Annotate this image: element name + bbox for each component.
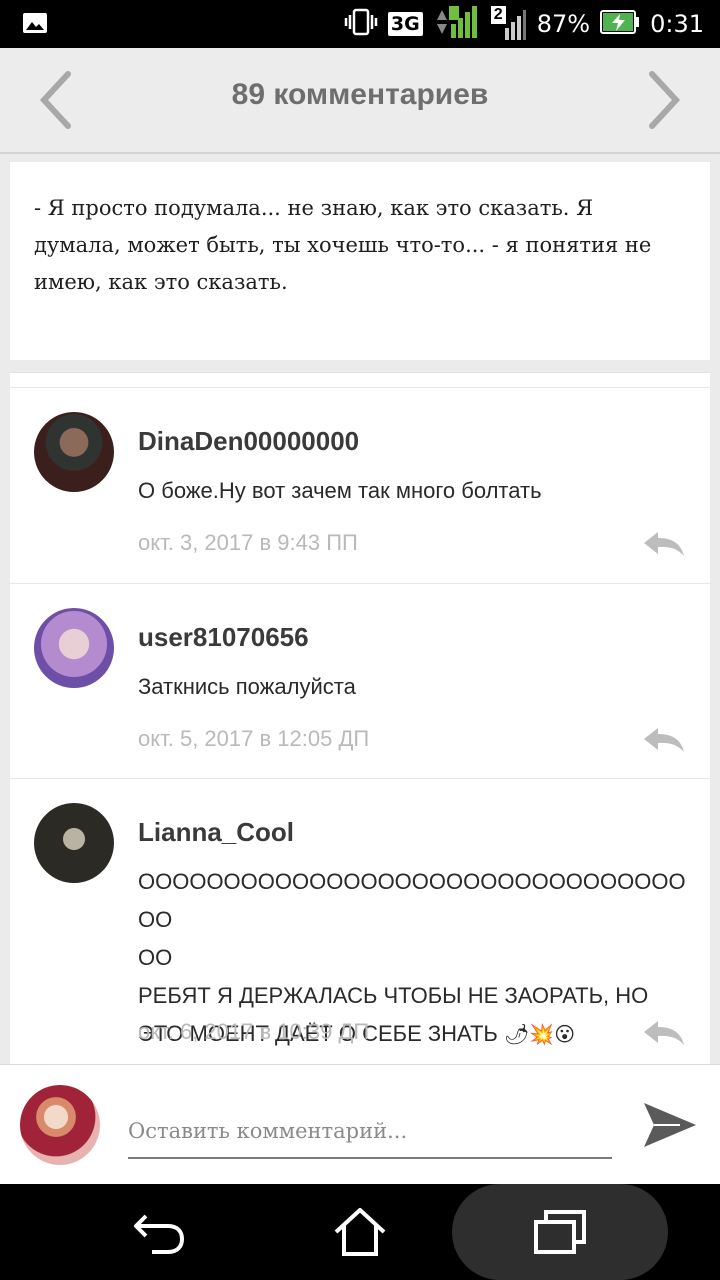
vibrate-icon	[344, 8, 378, 41]
home-button[interactable]	[300, 1184, 420, 1280]
sim2-signal-icon: 2	[490, 6, 527, 42]
current-user-avatar	[20, 1085, 100, 1165]
comment-text-line: РЕБЯТ Я ДЕРЖАЛАСЬ ЧТОБЫ НЕ ЗАОРАТЬ, НО	[138, 983, 649, 1008]
comment-text-line: ОООООООООООООООООООООООООООООООООО	[138, 869, 686, 932]
recent-apps-button[interactable]	[452, 1184, 668, 1280]
comment-composer	[0, 1064, 720, 1185]
comment-date: окт. 5, 2017 в 12:05 ДП	[138, 726, 370, 751]
system-nav-bar	[0, 1184, 720, 1280]
avatar[interactable]	[34, 412, 114, 492]
comment-text-line: Заткнись пожалуйста	[138, 674, 356, 699]
comment-item: user81070656 Заткнись пожалуйста окт. 5,…	[10, 583, 710, 779]
avatar[interactable]	[34, 803, 114, 883]
status-bar: 3G 2 87% 0:31	[0, 0, 720, 48]
reply-icon[interactable]	[642, 1019, 686, 1047]
comment-input[interactable]	[128, 1105, 612, 1159]
back-icon	[134, 1214, 185, 1254]
reply-icon[interactable]	[642, 726, 686, 754]
home-icon	[334, 1208, 386, 1256]
comment-text-line: О боже.Ну вот зачем так много болтать	[138, 478, 542, 503]
emoji-sequence: 🌶💥😮	[504, 1022, 576, 1046]
page-title: 89 комментариев	[231, 78, 489, 111]
comment-username[interactable]: Lianna_Cool	[138, 817, 294, 848]
gallery-notification-icon	[22, 12, 48, 39]
comment-text: О боже.Ну вот зачем так много болтать	[138, 472, 698, 510]
send-icon	[644, 1103, 696, 1147]
avatar[interactable]	[34, 608, 114, 688]
comment-text-line: ОО	[138, 945, 173, 970]
comment-username[interactable]: DinaDen00000000	[138, 426, 359, 457]
comment-date: окт. 3, 2017 в 9:43 ПП	[138, 530, 358, 555]
comments-list: DinaDen00000000 О боже.Ну вот зачем так …	[10, 372, 710, 1065]
comment-item: DinaDen00000000 О боже.Ну вот зачем так …	[10, 387, 710, 583]
comment-text: Заткнись пожалуйста	[138, 668, 698, 706]
recent-apps-icon	[534, 1210, 586, 1254]
reply-icon[interactable]	[642, 530, 686, 558]
comment-username[interactable]: user81070656	[138, 622, 309, 653]
comments-header: 89 комментариев	[0, 48, 720, 154]
back-button[interactable]	[100, 1184, 220, 1280]
quoted-paragraph: - Я просто подумала... не знаю, как это …	[10, 162, 710, 360]
network-type-badge: 3G	[387, 12, 423, 36]
send-button[interactable]	[640, 1095, 700, 1155]
quoted-paragraph-text: - Я просто подумала... не знаю, как это …	[34, 196, 652, 294]
clock: 0:31	[650, 10, 704, 38]
comment-item: Lianna_Cool ОООООООООООООООООООООООООООО…	[10, 778, 710, 1065]
battery-percent: 87%	[536, 10, 591, 38]
signal-strength-icon	[433, 4, 481, 45]
comment-date: окт. 6, 2017 в 10:39 ДП	[138, 1019, 370, 1044]
next-chapter-button[interactable]	[644, 70, 684, 130]
battery-charging-icon	[600, 9, 640, 40]
